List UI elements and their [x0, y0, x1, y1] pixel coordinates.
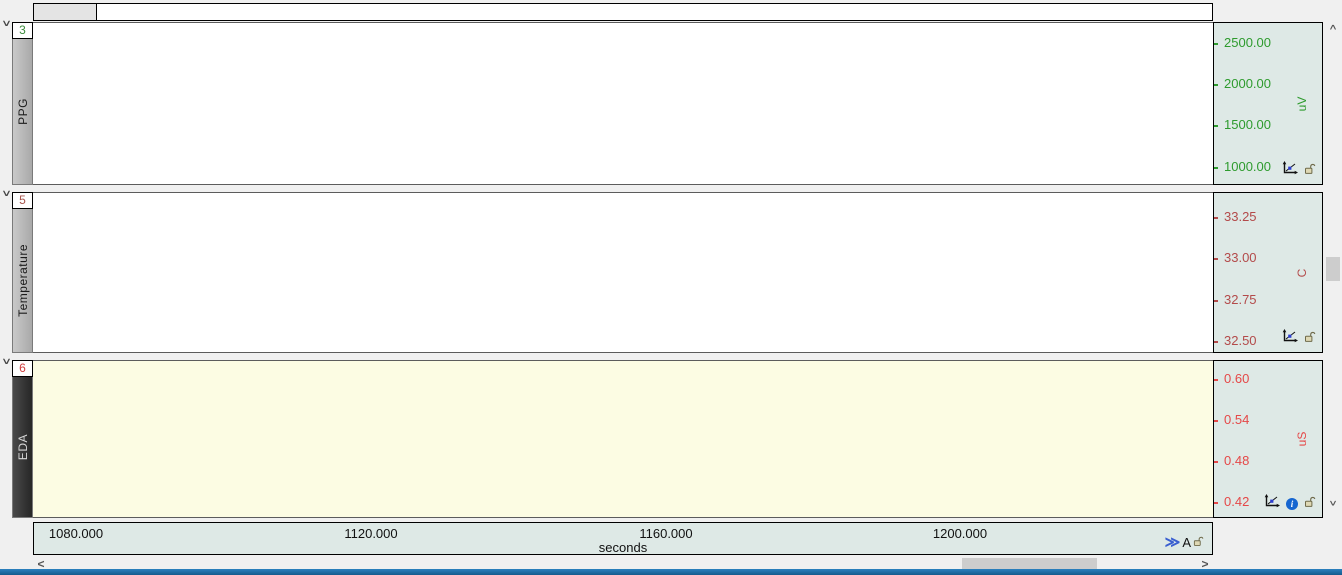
ppg-waveform [33, 23, 1213, 184]
autoscale-axis-icon[interactable] [1281, 329, 1298, 349]
temperature-waveform [33, 193, 1213, 352]
unit-label-us: uS [1293, 432, 1311, 447]
time-tick-label: 1200.000 [933, 526, 987, 541]
window-bottom-accent-bar [0, 569, 1342, 575]
scale-tick-mark [1214, 258, 1218, 260]
scale-tick-label: 2000.00 [1224, 76, 1271, 91]
time-tick-label: 1080.000 [49, 526, 103, 541]
ppg-plot-area[interactable] [33, 22, 1213, 185]
channel-label: Temperature [16, 244, 30, 317]
scale-tick-label: 0.42 [1224, 494, 1249, 509]
channel-label: EDA [16, 434, 30, 460]
scale-tick-mark [1214, 125, 1218, 127]
channel-number-text: 6 [19, 361, 26, 375]
channel-tab-ppg[interactable]: PPG [12, 39, 33, 185]
scale-tick-mark [1214, 167, 1218, 169]
scale-tick-label: 1000.00 [1224, 159, 1271, 174]
x-axis-title: seconds [34, 540, 1212, 555]
autoscale-axis-icon[interactable] [1281, 161, 1298, 181]
scale-tick-mark [1214, 43, 1218, 45]
channel-number-ppg[interactable]: 3 [12, 22, 33, 39]
vertical-scrollbar[interactable]: ∧ ∨ [1325, 20, 1341, 512]
scale-panel-temperature[interactable]: 33.25 33.00 32.75 32.50 C [1213, 192, 1323, 353]
scale-tick-label: 2500.00 [1224, 35, 1271, 50]
autoscale-axis-icon[interactable] [1263, 494, 1280, 514]
vertical-scrollbar-thumb[interactable] [1326, 257, 1340, 281]
time-tick-label: 1160.000 [639, 526, 692, 541]
channel-tab-temperature[interactable]: Temperature [12, 209, 33, 353]
lock-open-icon[interactable] [1304, 330, 1316, 348]
scroll-down-icon[interactable]: ∨ [1323, 498, 1342, 511]
autoscale-all-chevrons-icon[interactable]: ≫ [1165, 537, 1181, 549]
scale-tick-label: 33.00 [1224, 250, 1257, 265]
unit-label-uv: uV [1293, 96, 1311, 111]
scroll-up-icon[interactable]: ∧ [1323, 22, 1342, 35]
channel-label: PPG [16, 98, 30, 125]
autoscale-all-letter[interactable]: A [1182, 537, 1191, 549]
unit-label-c: C [1293, 268, 1311, 277]
channel-tab-eda[interactable]: EDA [12, 377, 33, 518]
lock-open-icon[interactable] [1193, 534, 1204, 552]
info-icon[interactable]: i [1286, 498, 1298, 510]
scale-tick-mark [1214, 502, 1218, 504]
scale-tick-label: 32.75 [1224, 292, 1257, 307]
acq-window: ∨ ∨ ∨ 3 PPG 2500.00 2000.00 1500.00 1000… [0, 0, 1342, 575]
lock-open-icon[interactable] [1304, 495, 1316, 513]
scale-tick-label: 0.60 [1224, 371, 1249, 386]
marker-bar-events-area[interactable] [97, 4, 1212, 20]
scale-tick-mark [1214, 300, 1218, 302]
channel-number-text: 3 [19, 23, 26, 37]
marker-bar-header[interactable] [34, 4, 97, 20]
scale-panel-ppg[interactable]: 2500.00 2000.00 1500.00 1000.00 uV [1213, 22, 1323, 185]
channel-number-text: 5 [19, 193, 26, 207]
temperature-plot-area[interactable] [33, 192, 1213, 353]
scale-tick-mark [1214, 217, 1218, 219]
eda-waveform [33, 361, 1213, 517]
scale-tick-mark [1214, 84, 1218, 86]
scale-tick-label: 0.48 [1224, 453, 1249, 468]
channel-number-temperature[interactable]: 5 [12, 192, 33, 209]
scale-tick-label: 32.50 [1224, 333, 1257, 348]
scale-panel-eda[interactable]: 0.60 0.54 0.48 0.42 uS i [1213, 360, 1323, 518]
scale-tick-mark [1214, 420, 1218, 422]
scale-tick-label: 1500.00 [1224, 117, 1271, 132]
scale-tick-mark [1214, 461, 1218, 463]
scale-tick-mark [1214, 341, 1218, 343]
time-axis[interactable]: 1080.000 1120.000 1160.000 1200.000 seco… [33, 522, 1213, 555]
scale-tick-label: 33.25 [1224, 209, 1257, 224]
marker-bar[interactable] [33, 3, 1213, 21]
time-tick-label: 1120.000 [344, 526, 397, 541]
scale-tick-label: 0.54 [1224, 412, 1249, 427]
channel-number-eda[interactable]: 6 [12, 360, 33, 377]
scale-tick-mark [1214, 379, 1218, 381]
lock-open-icon[interactable] [1304, 162, 1316, 180]
eda-plot-area[interactable] [33, 360, 1213, 518]
